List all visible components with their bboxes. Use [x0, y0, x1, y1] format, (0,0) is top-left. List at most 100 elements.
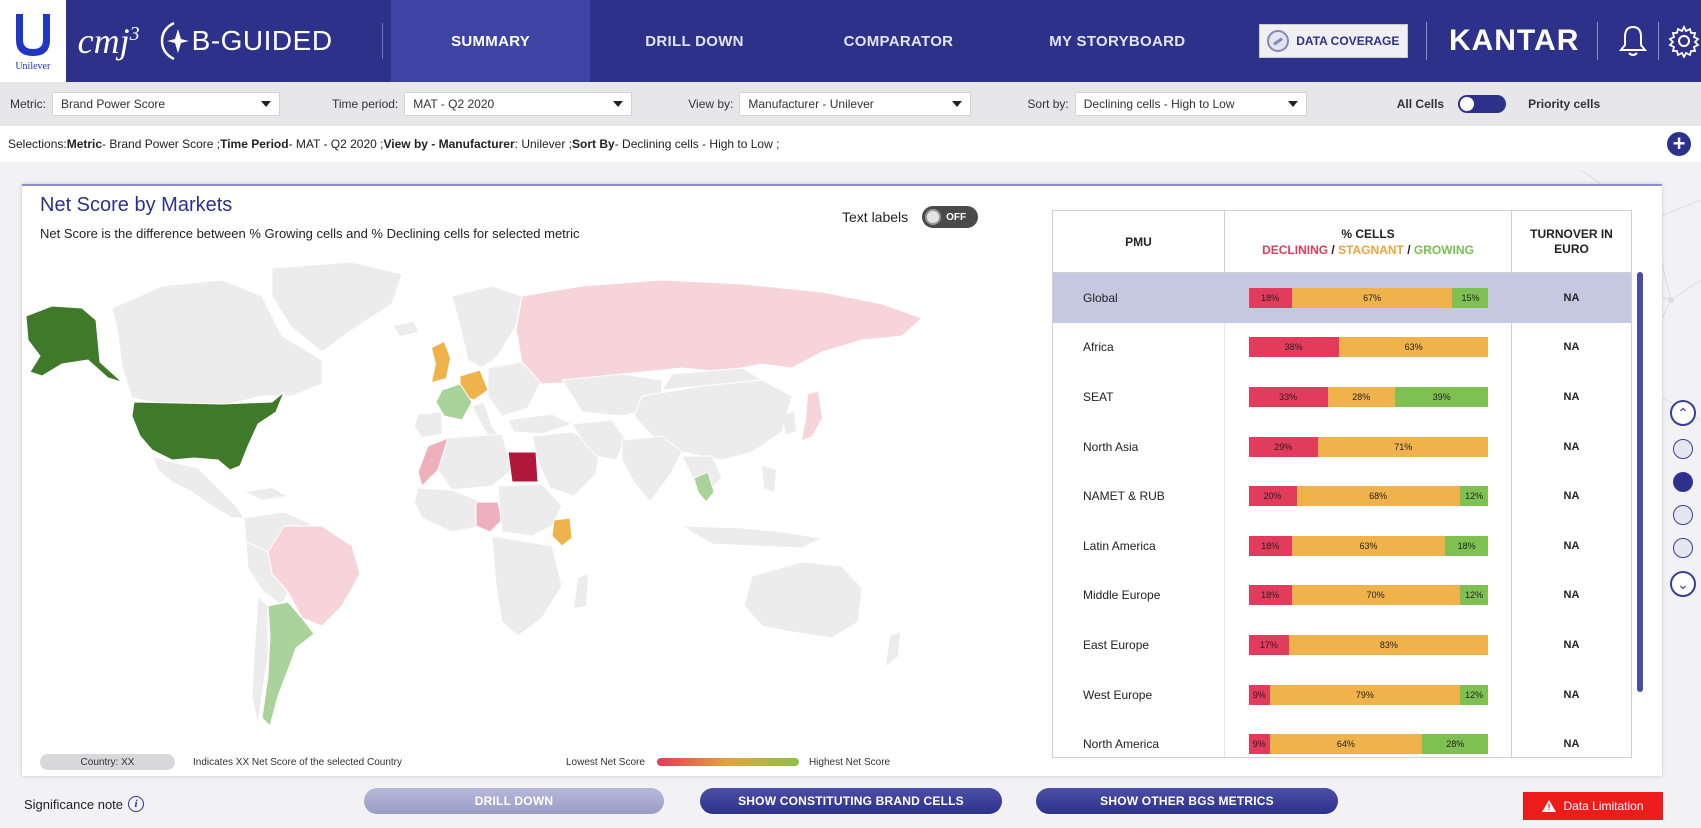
- stacked-percentage-bar[interactable]: 33% 28% 39%: [1248, 386, 1489, 407]
- pager-dot-active[interactable]: [1673, 472, 1693, 492]
- cells-bar-cell: 18% 67% 15%: [1225, 287, 1512, 308]
- stacked-percentage-bar[interactable]: 18% 70% 12%: [1248, 585, 1489, 606]
- caret-down-icon: [261, 101, 271, 107]
- pager-dot[interactable]: [1673, 538, 1693, 558]
- significance-note[interactable]: Significance note i: [24, 796, 145, 812]
- cells-toggle-group: All Cells Priority cells: [1397, 95, 1600, 113]
- map-region-alaska: [25, 305, 123, 383]
- cells-bar-cell: 18% 70% 12%: [1225, 585, 1512, 606]
- selection-time-key: Time Period: [220, 137, 289, 151]
- map-region-caribbean: [246, 488, 286, 500]
- map-region-new-zealand: [886, 632, 900, 666]
- table-scrollbar[interactable]: [1637, 272, 1643, 692]
- scrollbar-thumb[interactable]: [1637, 272, 1643, 692]
- declining-segment: 33%: [1248, 386, 1328, 407]
- time-period-select[interactable]: MAT - Q2 2020: [404, 92, 633, 116]
- all-cells-label: All Cells: [1396, 97, 1445, 111]
- declining-segment: 9%: [1248, 684, 1271, 705]
- table-row[interactable]: East Europe 17% 83% NA: [1053, 620, 1631, 670]
- chevron-up-icon[interactable]: ⌃: [1670, 400, 1696, 426]
- table-row[interactable]: North America 9% 64% 28% NA: [1053, 719, 1631, 757]
- stacked-percentage-bar[interactable]: 9% 64% 28%: [1248, 734, 1489, 755]
- pmu-table: PMU % CELLS DECLINING / STAGNANT / GROWI…: [1052, 210, 1632, 758]
- tab-drill-down[interactable]: DRILL DOWN: [590, 0, 799, 82]
- view-by-select[interactable]: Manufacturer - Unilever: [739, 92, 972, 116]
- pmu-name: West Europe: [1083, 687, 1153, 702]
- col-header-cells-label: % CELLS: [1341, 226, 1395, 241]
- turnover-value: NA: [1563, 440, 1580, 453]
- map-region-uk: [432, 342, 450, 382]
- pmu-name: Africa: [1083, 340, 1114, 355]
- gear-icon[interactable]: [1667, 21, 1701, 61]
- show-brand-cells-button[interactable]: SHOW CONSTITUTING BRAND CELLS: [700, 788, 1002, 814]
- table-row[interactable]: SEAT 33% 28% 39% NA: [1053, 372, 1631, 422]
- declining-segment: 18%: [1248, 585, 1292, 606]
- table-row[interactable]: Africa 38% 63% NA: [1053, 323, 1631, 373]
- table-row[interactable]: NAMET & RUB 20% 68% 12% NA: [1053, 471, 1631, 521]
- map-region-madagascar: [574, 574, 588, 608]
- declining-segment: 29%: [1248, 436, 1319, 457]
- add-plus-icon[interactable]: +: [1667, 132, 1691, 156]
- pmu-name: East Europe: [1083, 637, 1150, 652]
- stacked-percentage-bar[interactable]: 18% 67% 15%: [1248, 287, 1489, 308]
- stacked-percentage-bar[interactable]: 29% 71%: [1248, 436, 1489, 457]
- drill-down-button[interactable]: DRILL DOWN: [364, 788, 664, 814]
- stacked-percentage-bar[interactable]: 9% 79% 12%: [1248, 684, 1489, 705]
- warning-icon: !: [1542, 800, 1557, 812]
- text-labels-toggle[interactable]: OFF: [922, 206, 979, 228]
- growing-segment: 18%: [1444, 535, 1489, 556]
- table-row[interactable]: West Europe 9% 79% 12% NA: [1053, 670, 1631, 720]
- tab-summary[interactable]: SUMMARY: [391, 0, 591, 82]
- pager-dot[interactable]: [1673, 505, 1693, 525]
- tab-my-storyboard[interactable]: MY STORYBOARD: [998, 0, 1237, 82]
- info-icon[interactable]: i: [128, 796, 145, 812]
- turnover-value: NA: [1563, 539, 1580, 552]
- cells-bar-cell: 38% 63%: [1225, 337, 1512, 358]
- pmu-name: Middle Europe: [1083, 588, 1161, 603]
- tab-comparator[interactable]: COMPARATOR: [799, 0, 998, 82]
- selections-prefix: Selections:: [8, 137, 67, 151]
- unilever-logo[interactable]: Unilever: [0, 0, 66, 82]
- table-row[interactable]: North Asia 29% 71% NA: [1053, 422, 1631, 472]
- kantar-logo: KANTAR: [1448, 24, 1580, 57]
- col-header-pmu[interactable]: PMU: [1053, 211, 1225, 272]
- cells-bar-cell: 18% 63% 18%: [1225, 535, 1512, 556]
- data-limitation-label: Data Limitation: [1563, 799, 1644, 813]
- bell-icon[interactable]: [1616, 21, 1650, 61]
- view-by-select-value: Manufacturer - Unilever: [748, 97, 874, 111]
- col-header-turnover[interactable]: TURNOVER IN EURO: [1512, 211, 1631, 272]
- table-row[interactable]: Middle Europe 18% 70% 12% NA: [1053, 571, 1631, 621]
- data-coverage-label: DATA COVERAGE: [1296, 34, 1400, 48]
- turnover-value: NA: [1563, 638, 1580, 651]
- world-map[interactable]: [22, 256, 1042, 736]
- lowest-net-score-label: Lowest Net Score: [566, 756, 645, 768]
- sort-by-select[interactable]: Declining cells - High to Low: [1074, 92, 1307, 116]
- legend-growing: GROWING: [1413, 242, 1474, 257]
- metric-select[interactable]: Brand Power Score: [52, 92, 280, 116]
- stagnant-segment: 70%: [1291, 585, 1460, 606]
- table-row[interactable]: Global 18% 67% 15% NA: [1053, 273, 1631, 323]
- net-score-panel: Net Score by Markets Net Score is the di…: [22, 184, 1662, 776]
- sort-by-select-value: Declining cells - High to Low: [1083, 97, 1235, 111]
- cells-toggle-switch[interactable]: [1458, 95, 1507, 113]
- turnover-line-2: EURO: [1554, 241, 1589, 256]
- stacked-percentage-bar[interactable]: 17% 83%: [1248, 634, 1489, 655]
- stacked-percentage-bar[interactable]: 38% 63%: [1248, 337, 1489, 358]
- selection-sort-value: - Declining cells - High to Low ;: [614, 137, 780, 151]
- growing-segment: 12%: [1459, 684, 1489, 705]
- data-limitation-button[interactable]: ! Data Limitation: [1523, 792, 1663, 820]
- data-coverage-button[interactable]: DATA COVERAGE: [1258, 24, 1408, 58]
- col-header-cells[interactable]: % CELLS DECLINING / STAGNANT / GROWING: [1225, 211, 1512, 272]
- stacked-percentage-bar[interactable]: 20% 68% 12%: [1248, 486, 1489, 507]
- priority-cells-label: Priority cells: [1528, 97, 1601, 111]
- stacked-percentage-bar[interactable]: 18% 63% 18%: [1248, 535, 1489, 556]
- pmu-name: SEAT: [1083, 389, 1114, 404]
- stagnant-segment: 67%: [1291, 287, 1453, 308]
- chevron-down-icon[interactable]: ⌄: [1670, 571, 1696, 597]
- map-region-indonesia: [680, 525, 824, 549]
- stagnant-segment: 28%: [1327, 386, 1395, 407]
- table-row[interactable]: Latin America 18% 63% 18% NA: [1053, 521, 1631, 571]
- pager-dot[interactable]: [1673, 439, 1693, 459]
- show-other-metrics-button[interactable]: SHOW OTHER BGS METRICS: [1036, 788, 1338, 814]
- turnover-value: NA: [1563, 738, 1580, 751]
